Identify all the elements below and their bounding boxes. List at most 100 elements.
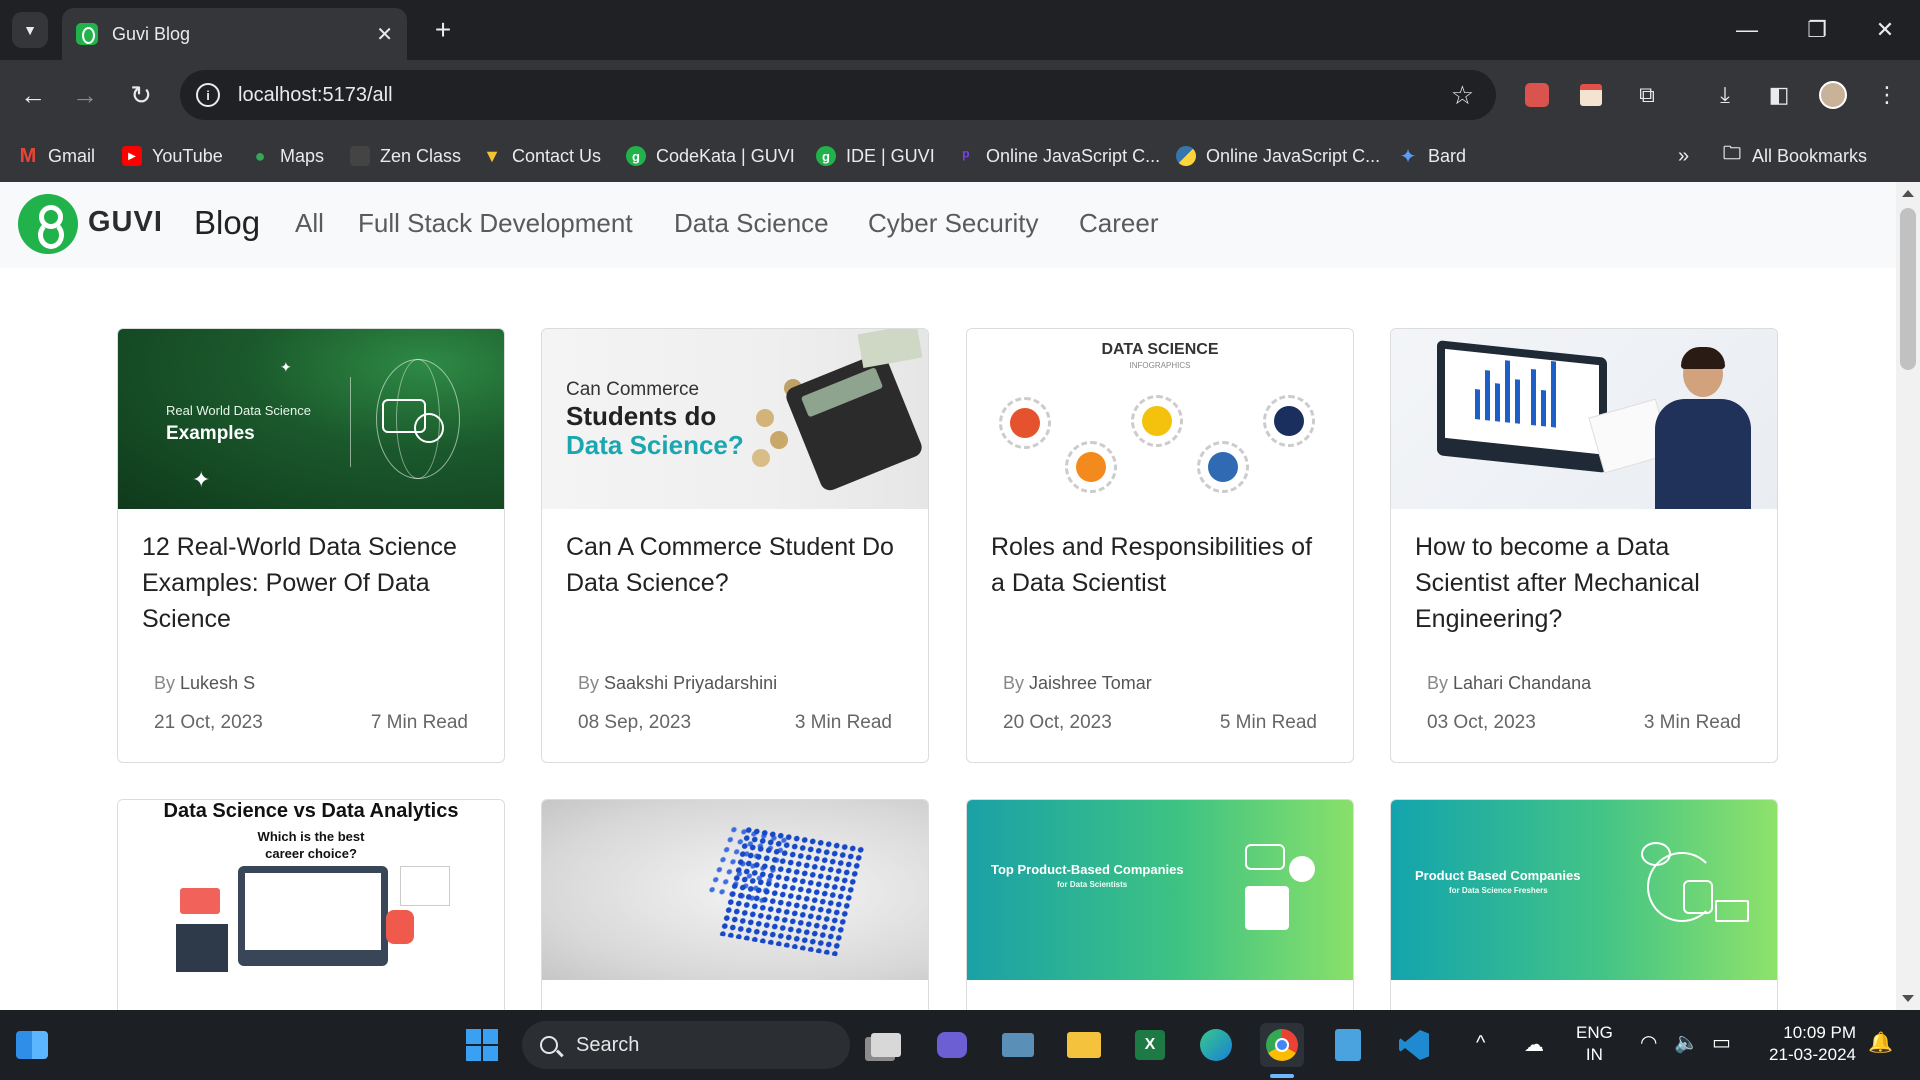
bookmark-maps[interactable]: ● Maps [250, 138, 324, 174]
bookmark-contact-us[interactable]: ▼ Contact Us [482, 138, 601, 174]
bookmark-bard[interactable]: ✦ Bard [1398, 138, 1466, 174]
post-card[interactable]: ✦ ✦ Real World Data Science Examples 12 … [117, 328, 505, 763]
server-icon [1683, 880, 1713, 914]
thumb-caption: Which is the best career choice? [257, 829, 365, 861]
all-bookmarks[interactable]: 🗀 All Bookmarks [1722, 138, 1867, 174]
desk-icon [1245, 886, 1289, 930]
address-bar[interactable]: i localhost:5173/all ☆ [180, 70, 1496, 120]
post-read-time: 3 Min Read [794, 712, 892, 733]
nav-career[interactable]: Career [1079, 208, 1158, 239]
onedrive-icon[interactable]: ☁ [1524, 1034, 1544, 1056]
site-navbar: GUVI Blog All Full Stack Development Dat… [0, 182, 1896, 268]
post-card[interactable]: Data Science vs Data Analytics Which is … [117, 799, 505, 1010]
bookmark-youtube[interactable]: ▶ YouTube [122, 138, 223, 174]
brand-blog[interactable]: Blog [194, 204, 260, 242]
post-title[interactable]: Roles and Responsibilities of a Data Sci… [991, 529, 1331, 601]
post-read-time: 5 Min Read [1219, 712, 1317, 733]
battery-icon[interactable]: ▭ [1712, 1032, 1731, 1054]
taskbar-search[interactable]: Search [522, 1021, 850, 1069]
minimize-button[interactable]: — [1724, 10, 1770, 50]
post-card[interactable]: Top Product-Based Companies for Data Sci… [966, 799, 1354, 1010]
wifi-icon[interactable]: ◠ [1640, 1032, 1657, 1054]
post-thumbnail: DATA SCIENCE INFOGRAPHICS [967, 329, 1353, 509]
bookmarks-bar: M Gmail ▶ YouTube ● Maps Zen Class ▼ Contact… [0, 130, 1920, 182]
post-thumbnail: Product Based Companies for Data Science… [1391, 800, 1777, 980]
thumb-heading: Examples [166, 423, 255, 444]
person-graphic [1653, 347, 1751, 509]
extension-icon[interactable] [1576, 80, 1606, 110]
logo-text[interactable]: GUVI [88, 206, 163, 239]
reload-button[interactable]: ↻ [122, 76, 160, 114]
tab-search-button[interactable]: ▼ [12, 12, 48, 48]
back-button[interactable]: ← [14, 76, 52, 114]
tab-guvi-blog[interactable]: Guvi Blog ✕ [62, 8, 407, 60]
side-panel-icon[interactable]: ◧ [1764, 80, 1794, 110]
widgets-icon[interactable] [10, 1023, 54, 1067]
close-window-button[interactable]: ✕ [1862, 10, 1908, 50]
post-title[interactable]: Can A Commerce Student Do Data Science? [566, 529, 906, 601]
close-tab-icon[interactable]: ✕ [376, 22, 393, 47]
excel-icon[interactable]: X [1128, 1023, 1172, 1067]
tray-overflow-icon[interactable]: ^ [1476, 1032, 1485, 1054]
thumb-heading: Product Based Companies [1415, 868, 1581, 883]
start-windows-icon[interactable] [460, 1023, 504, 1067]
vscode-icon[interactable] [1392, 1023, 1436, 1067]
edge-icon[interactable] [1194, 1023, 1238, 1067]
puzzle-extensions-icon[interactable]: ⧉ [1632, 80, 1662, 110]
site-info-icon[interactable]: i [196, 83, 220, 107]
more-bookmarks-icon[interactable]: » [1678, 138, 1689, 174]
post-title[interactable]: 12 Real-World Data Science Examples: Pow… [142, 529, 482, 637]
post-date: 21 Oct, 2023 [154, 712, 263, 733]
scrollbar-thumb[interactable] [1900, 208, 1916, 370]
bookmark-zen-class[interactable]: Zen Class [350, 138, 461, 174]
post-card[interactable]: How to become a Data Scientist after Mec… [1390, 328, 1778, 763]
nav-data-science[interactable]: Data Science [674, 208, 829, 239]
thumb-heading: Data Science? [566, 430, 744, 460]
notification-bell-icon[interactable]: 🔔 [1868, 1032, 1893, 1054]
extension-icon[interactable] [1522, 80, 1552, 110]
bookmark-codekata[interactable]: g CodeKata | GUVI [626, 138, 795, 174]
new-tab-button[interactable]: + [425, 12, 461, 48]
bookmark-star-icon[interactable]: ☆ [1451, 80, 1474, 111]
notepad-icon[interactable] [1326, 1023, 1370, 1067]
bookmark-ide[interactable]: g IDE | GUVI [816, 138, 935, 174]
nav-full-stack[interactable]: Full Stack Development [358, 208, 633, 239]
chevron-down-icon: ▼ [23, 22, 37, 38]
chat-icon[interactable] [930, 1023, 974, 1067]
post-card[interactable]: DATA SCIENCE INFOGRAPHICS Roles and Resp… [966, 328, 1354, 763]
scroll-down-icon[interactable] [1902, 995, 1914, 1002]
post-author: By Saakshi Priyadarshini [578, 673, 778, 693]
bookmark-online-js-1[interactable]: ᵖ Online JavaScript C... [956, 138, 1160, 174]
download-icon[interactable]: ⤓ [1710, 80, 1740, 110]
chrome-icon[interactable] [1260, 1023, 1304, 1067]
nav-cyber-security[interactable]: Cyber Security [868, 208, 1039, 239]
task-view-icon[interactable] [864, 1023, 908, 1067]
post-card[interactable]: Product Based Companies for Data Science… [1390, 799, 1778, 1010]
post-card[interactable]: Can Commerce Students do Data Science? C… [541, 328, 929, 763]
profile-avatar[interactable] [1818, 80, 1848, 110]
file-explorer-icon[interactable] [1062, 1023, 1106, 1067]
post-author: By Lukesh S [154, 673, 256, 693]
nav-all[interactable]: All [295, 208, 324, 239]
volume-icon[interactable]: 🔈 [1674, 1032, 1699, 1054]
bookmark-gmail[interactable]: M Gmail [18, 138, 95, 174]
post-thumbnail: Top Product-Based Companies for Data Sci… [967, 800, 1353, 980]
app-icon[interactable] [996, 1023, 1040, 1067]
thumb-caption: for Data Science Freshers [1449, 886, 1548, 895]
guvi-logo-icon[interactable] [18, 194, 78, 254]
post-card[interactable] [541, 799, 929, 1010]
post-thumbnail: ✦ ✦ Real World Data Science Examples [118, 329, 504, 509]
post-thumbnail [1391, 329, 1777, 509]
infographic-node [1131, 395, 1183, 447]
menu-kebab-icon[interactable]: ⋮ [1872, 80, 1902, 110]
scroll-up-icon[interactable] [1902, 190, 1914, 197]
page-scrollbar[interactable] [1896, 182, 1920, 1010]
thumb-heading: DATA SCIENCE [1101, 341, 1219, 358]
restore-button[interactable]: ❐ [1794, 10, 1840, 50]
clock[interactable]: 10:09 PM 21-03-2024 [1760, 1022, 1856, 1066]
bookmark-online-js-2[interactable]: Online JavaScript C... [1176, 138, 1380, 174]
thumb-heading: Data Science vs Data Analytics [163, 800, 459, 822]
forward-button[interactable]: → [66, 76, 104, 114]
post-title[interactable]: How to become a Data Scientist after Mec… [1415, 529, 1755, 637]
language-indicator[interactable]: ENG IN [1576, 1022, 1613, 1066]
